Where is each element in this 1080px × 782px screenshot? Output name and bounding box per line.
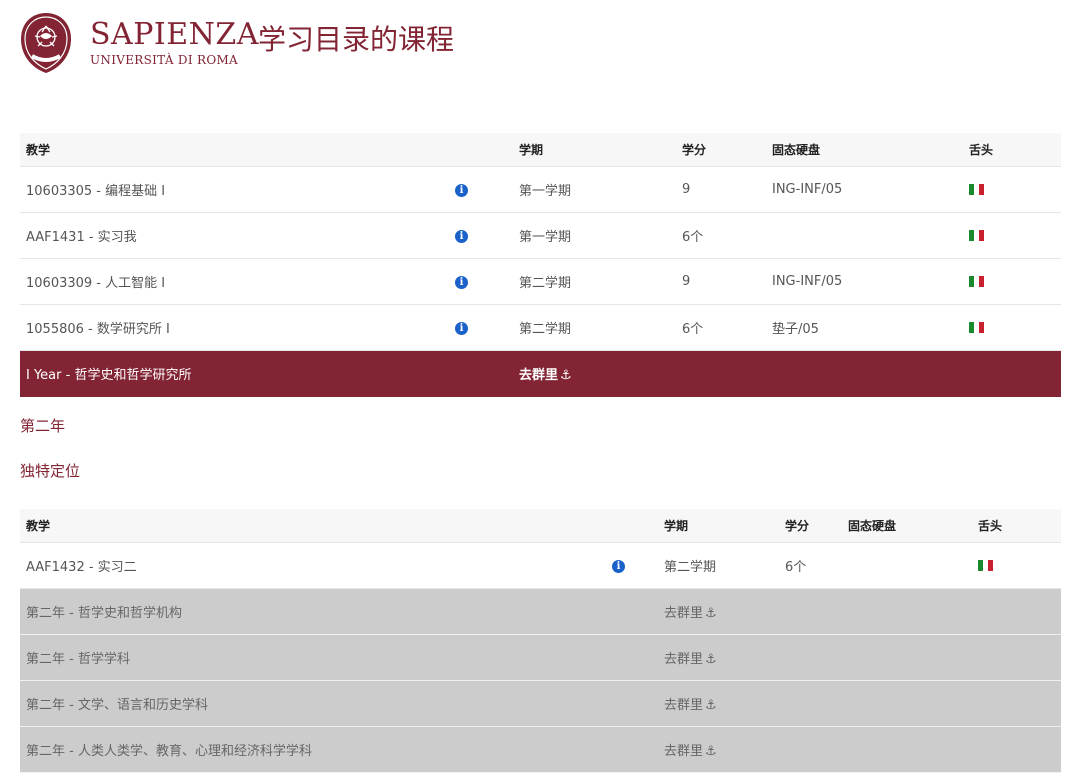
- col-header-course: 教学: [20, 509, 606, 543]
- semester: 第一学期: [513, 166, 676, 213]
- group-label: 第二年 - 哲学史和哲学机构: [20, 588, 658, 635]
- col-header-ssd: 固态硬盘: [842, 509, 972, 543]
- page-title: 学习目录的课程: [258, 23, 455, 56]
- courses-table-year2: 教学 学期 学分 固态硬盘 舌头 AAF1432 - 实习二 i 第二学期 6个…: [20, 509, 1061, 773]
- semester: 第二学期: [658, 542, 779, 589]
- ssd-code: [842, 542, 972, 589]
- go-to-group-link[interactable]: 去群里 ⚓: [658, 634, 1061, 681]
- go-to-group-label: 去群里: [664, 652, 704, 667]
- info-icon[interactable]: i: [455, 276, 468, 289]
- info-icon[interactable]: i: [455, 230, 468, 243]
- ssd-code: ING-INF/05: [766, 258, 963, 305]
- course-name: AAF1431 - 实习我: [20, 212, 449, 259]
- brand-subtitle: UNIVERSITÀ DI ROMA: [90, 53, 239, 67]
- group-label: 第二年 - 人类人类学、教育、心理和经济科学学科: [20, 726, 658, 773]
- col-header-language: 舌头: [963, 133, 1061, 167]
- group-row: 第二年 - 文学、语言和历史学科 去群里 ⚓: [20, 680, 1061, 727]
- ssd-code: [766, 212, 963, 259]
- table-row: 10603309 - 人工智能 I i 第二学期 9 ING-INF/05: [20, 258, 1061, 305]
- go-to-group-label: 去群里: [519, 368, 559, 383]
- go-to-group-link[interactable]: 去群里 ⚓: [658, 588, 1061, 635]
- semester: 第二学期: [513, 258, 676, 305]
- info-icon[interactable]: i: [455, 322, 468, 335]
- curriculum-heading: 独特定位: [20, 462, 81, 480]
- course-name: 1055806 - 数学研究所 I: [20, 304, 449, 351]
- site-header: SAPIENZA UNIVERSITÀ DI ROMA 学习目录的课程: [20, 12, 1060, 76]
- col-header-semester: 学期: [513, 133, 676, 167]
- italy-flag-icon: [969, 276, 984, 287]
- ssd-code: 垫子/05: [766, 304, 963, 351]
- anchor-icon: ⚓: [560, 368, 572, 383]
- info-icon[interactable]: i: [455, 184, 468, 197]
- credits: 9: [676, 258, 766, 305]
- col-header-ssd: 固态硬盘: [766, 133, 963, 167]
- courses-table-year1: 教学 学期 学分 固态硬盘 舌头 10603305 - 编程基础 I i 第一学…: [20, 133, 1061, 397]
- anchor-icon: ⚓: [705, 744, 717, 759]
- ssd-code: ING-INF/05: [766, 166, 963, 213]
- info-icon[interactable]: i: [612, 560, 625, 573]
- sapienza-seal-logo[interactable]: [20, 12, 72, 74]
- table-row: AAF1432 - 实习二 i 第二学期 6个: [20, 542, 1061, 589]
- semester: 第一学期: [513, 212, 676, 259]
- credits: 9: [676, 166, 766, 213]
- col-header-credits: 学分: [676, 133, 766, 167]
- col-header-credits: 学分: [779, 509, 842, 543]
- group-row: 第二年 - 哲学学科 去群里 ⚓: [20, 634, 1061, 681]
- col-header-course: 教学: [20, 133, 449, 167]
- italy-flag-icon: [969, 230, 984, 241]
- brand-name: SAPIENZA: [90, 17, 259, 52]
- anchor-icon: ⚓: [705, 698, 717, 713]
- group-label: 第二年 - 文学、语言和历史学科: [20, 680, 658, 727]
- course-name: 10603309 - 人工智能 I: [20, 258, 449, 305]
- table-row: AAF1431 - 实习我 i 第一学期 6个: [20, 212, 1061, 259]
- course-name: 10603305 - 编程基础 I: [20, 166, 449, 213]
- course-name: AAF1432 - 实习二: [20, 542, 606, 589]
- go-to-group-label: 去群里: [664, 744, 704, 759]
- col-header-language: 舌头: [972, 509, 1061, 543]
- table-row: 1055806 - 数学研究所 I i 第二学期 6个 垫子/05: [20, 304, 1061, 351]
- col-header-semester: 学期: [658, 509, 779, 543]
- credits: 6个: [676, 212, 766, 259]
- anchor-icon: ⚓: [705, 606, 717, 621]
- go-to-group-link[interactable]: 去群里 ⚓: [513, 350, 1061, 397]
- table-row: 10603305 - 编程基础 I i 第一学期 9 ING-INF/05: [20, 166, 1061, 213]
- table-header-row: 教学 学期 学分 固态硬盘 舌头: [20, 133, 1061, 167]
- italy-flag-icon: [978, 560, 993, 571]
- group-row: 第二年 - 人类人类学、教育、心理和经济科学学科 去群里 ⚓: [20, 726, 1061, 773]
- go-to-group-link[interactable]: 去群里 ⚓: [658, 726, 1061, 773]
- brand-wordmark[interactable]: SAPIENZA UNIVERSITÀ DI ROMA: [90, 17, 259, 68]
- go-to-group-link[interactable]: 去群里 ⚓: [658, 680, 1061, 727]
- year-heading: 第二年: [20, 417, 66, 435]
- group-row: I Year - 哲学史和哲学研究所 去群里 ⚓: [20, 350, 1061, 397]
- anchor-icon: ⚓: [705, 652, 717, 667]
- go-to-group-label: 去群里: [664, 606, 704, 621]
- group-label: I Year - 哲学史和哲学研究所: [20, 350, 513, 397]
- italy-flag-icon: [969, 322, 984, 333]
- group-row: 第二年 - 哲学史和哲学机构 去群里 ⚓: [20, 588, 1061, 635]
- italy-flag-icon: [969, 184, 984, 195]
- credits: 6个: [676, 304, 766, 351]
- semester: 第二学期: [513, 304, 676, 351]
- group-label: 第二年 - 哲学学科: [20, 634, 658, 681]
- table-header-row: 教学 学期 学分 固态硬盘 舌头: [20, 509, 1061, 543]
- go-to-group-label: 去群里: [664, 698, 704, 713]
- credits: 6个: [779, 542, 842, 589]
